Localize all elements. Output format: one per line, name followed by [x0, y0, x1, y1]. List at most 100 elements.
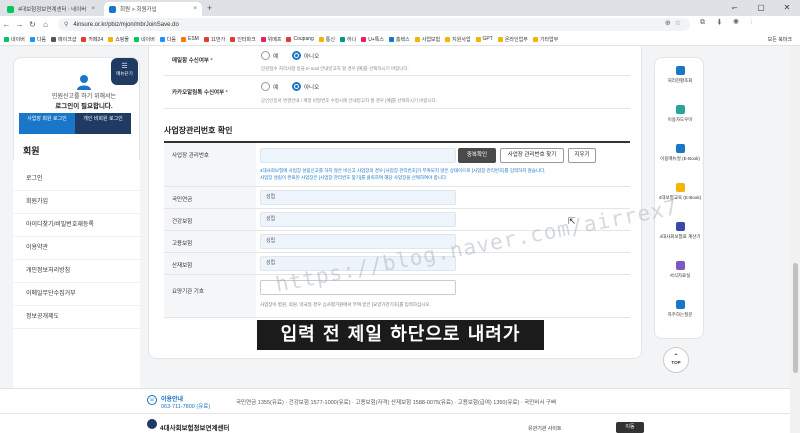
toolbar-icons[interactable]: ⧉ ⬇ ◉ ⋮: [700, 19, 757, 27]
quick-menu-item[interactable]: 자주하는질문: [655, 300, 705, 318]
bookmark-label: 네이버: [11, 36, 25, 43]
tab-close-icon[interactable]: ×: [91, 6, 95, 12]
menu-close-label: 메뉴닫기: [116, 71, 133, 76]
bookmark-item[interactable]: 인터파크: [230, 36, 256, 43]
business-number-input[interactable]: [260, 148, 456, 163]
home-icon[interactable]: ⌂: [39, 20, 52, 29]
bookmark-item[interactable]: 네이버: [4, 36, 25, 43]
kakao-yes-radio[interactable]: 예: [261, 82, 278, 91]
bookmark-item[interactable]: 위메프: [260, 36, 282, 43]
agency-code-row: 요양기관 기호 사업장이 병원, 의원, 약국일 경우 심사평가원에서 부여 받…: [164, 275, 630, 318]
quick-menu-item[interactable]: 서식자료실: [655, 261, 705, 279]
quick-menu-icon: [675, 261, 685, 270]
find-business-number-button[interactable]: 사업장 관리번호 찾기: [500, 148, 564, 163]
bookmark-star-icon[interactable]: ⊕☆: [665, 19, 685, 27]
bookmark-item[interactable]: 사업보험: [414, 36, 440, 43]
quick-menu-item[interactable]: 4대사회보험료 계산기: [655, 222, 705, 240]
accident-label: 산재보험: [172, 263, 193, 269]
personal-login-button[interactable]: 개인 비회원 로그인: [75, 113, 131, 134]
footer-contacts: 국민연금 1355(유료) · 건강보험 1577-1000(유료) · 고용보…: [236, 400, 557, 406]
bookmark-item[interactable]: 온라인업무: [497, 36, 528, 43]
kakao-no-radio[interactable]: 아니오: [292, 82, 319, 91]
bookmark-item[interactable]: 통신: [318, 36, 335, 43]
page-scrollbar[interactable]: [790, 46, 800, 433]
bookmark-item[interactable]: 지원사업: [445, 36, 471, 43]
go-button[interactable]: 이동: [616, 422, 644, 433]
close-window-icon[interactable]: ✕: [774, 0, 800, 16]
bookmark-item[interactable]: U+톡스: [361, 36, 384, 43]
bookmark-item[interactable]: GPT: [475, 36, 493, 42]
clear-button[interactable]: 지우기: [568, 148, 596, 163]
sidebar-nav-item[interactable]: 개인정보처리방침: [13, 260, 140, 283]
email-no-radio[interactable]: 아니오: [292, 51, 319, 60]
bookmark-label: 기타업무: [539, 36, 559, 43]
sidebar-section-title: 회원: [23, 146, 40, 156]
bookmark-item[interactable]: 메이크샵: [51, 36, 76, 43]
browser-tab-active[interactable]: 회원 > 회원가입 ×: [104, 2, 202, 16]
quick-menu-item[interactable]: 이용매뉴얼 (E-Book): [655, 144, 705, 162]
bookmark-item[interactable]: ESM: [181, 36, 199, 42]
sidebar-nav-item[interactable]: 아이디찾기/비밀번호재등록: [13, 214, 140, 237]
bookmark-favicon-icon: [286, 36, 292, 42]
all-bookmarks-link[interactable]: 모든 북마크: [768, 36, 792, 43]
sidebar-nav-item[interactable]: 이용약관: [13, 237, 140, 260]
bookmark-item[interactable]: Coupang: [286, 36, 314, 42]
quick-menu-icon: [675, 105, 685, 114]
scroll-top-button[interactable]: ⌃ TOP: [663, 347, 689, 373]
bookmark-item[interactable]: 11번가: [203, 36, 225, 43]
back-icon[interactable]: ←: [0, 20, 13, 29]
duplicate-check-button[interactable]: 중복확인: [458, 148, 496, 163]
sidebar-nav-item[interactable]: 이메일무단수집거부: [13, 283, 140, 306]
quick-menu-item[interactable]: 이용자도우미: [655, 105, 705, 123]
window-controls: – ▢ ✕: [722, 0, 800, 16]
bookmark-item[interactable]: 다음: [29, 36, 47, 43]
bookmark-favicon-icon: [29, 36, 35, 42]
bookmark-item[interactable]: 네이버: [134, 36, 155, 43]
quick-menu-item[interactable]: 처리현황조회: [655, 66, 705, 84]
maximize-icon[interactable]: ▢: [748, 0, 774, 16]
pension-row: 국민연금 성립: [164, 187, 630, 209]
sidebar-nav-item[interactable]: 로그인: [13, 168, 140, 191]
new-tab-icon[interactable]: +: [207, 3, 212, 13]
site-info-icon[interactable]: ⚲: [64, 21, 68, 28]
bookmark-item[interactable]: 다음: [159, 36, 177, 43]
quick-menu-label: 자주하는질문: [667, 312, 693, 317]
user-avatar-icon: [77, 75, 91, 90]
bookmark-label: GPT: [482, 36, 493, 42]
bookmark-label: 메이크샵: [58, 36, 77, 43]
bookmark-item[interactable]: 하나: [339, 36, 357, 43]
agency-code-note: 사업장이 병원, 의원, 약국일 경우 심사평가원에서 부여 받은 [요양기관기…: [260, 302, 431, 307]
related-site-select[interactable]: 유관기관 사이트: [528, 425, 562, 432]
bookmark-item[interactable]: 홈택스: [388, 36, 410, 43]
bookmark-label: 하나: [346, 36, 357, 43]
bookmark-label: 위메프: [267, 36, 282, 43]
bookmark-label: 카페24: [88, 36, 104, 43]
scrollbar-thumb[interactable]: [793, 263, 798, 373]
url-field[interactable]: ⚲ 4insure.or.kr/pbiz/mjon/mbrJoinSave.do…: [58, 18, 690, 31]
business-number-note: 사업장 성립이 완료된 사업장은 [사업장 관리번호 찾기]를 클릭하여 해당 …: [260, 175, 448, 180]
bookmark-label: 다음: [166, 36, 177, 43]
bookmark-item[interactable]: 쇼핑몰: [108, 36, 129, 43]
minimize-icon[interactable]: –: [722, 0, 748, 16]
forward-icon[interactable]: →: [13, 20, 26, 29]
bookmark-label: 네이버: [141, 36, 155, 43]
email-yes-radio[interactable]: 예: [261, 51, 278, 60]
tab-title: 4대보험정보연계센터 : 네이버: [18, 7, 87, 13]
business-login-button[interactable]: 사업장 회원 로그인: [19, 113, 75, 134]
browser-tab[interactable]: 4대보험정보연계센터 : 네이버 ×: [2, 2, 100, 16]
reload-icon[interactable]: ↻: [26, 20, 39, 29]
bookmark-favicon-icon: [181, 36, 187, 42]
bookmark-label: 홈택스: [395, 36, 410, 43]
bookmark-item[interactable]: 카페24: [81, 36, 103, 43]
bookmark-favicon-icon: [159, 36, 165, 42]
bookmark-favicon-icon: [497, 36, 503, 42]
bookmark-item[interactable]: 기타업무: [532, 36, 559, 43]
tab-close-icon[interactable]: ×: [193, 6, 197, 12]
agency-code-label: 요양기관 기호: [172, 289, 204, 295]
menu-close-button[interactable]: ☰ 메뉴닫기: [111, 58, 138, 85]
pension-status-field: 성립: [260, 190, 456, 205]
sidebar-nav-item[interactable]: 회원가입: [13, 191, 140, 214]
sidebar-nav-item[interactable]: 정보공개제도: [13, 306, 140, 329]
login-buttons: 사업장 회원 로그인 개인 비회원 로그인: [19, 113, 131, 134]
bookmark-label: 다음: [36, 36, 47, 43]
